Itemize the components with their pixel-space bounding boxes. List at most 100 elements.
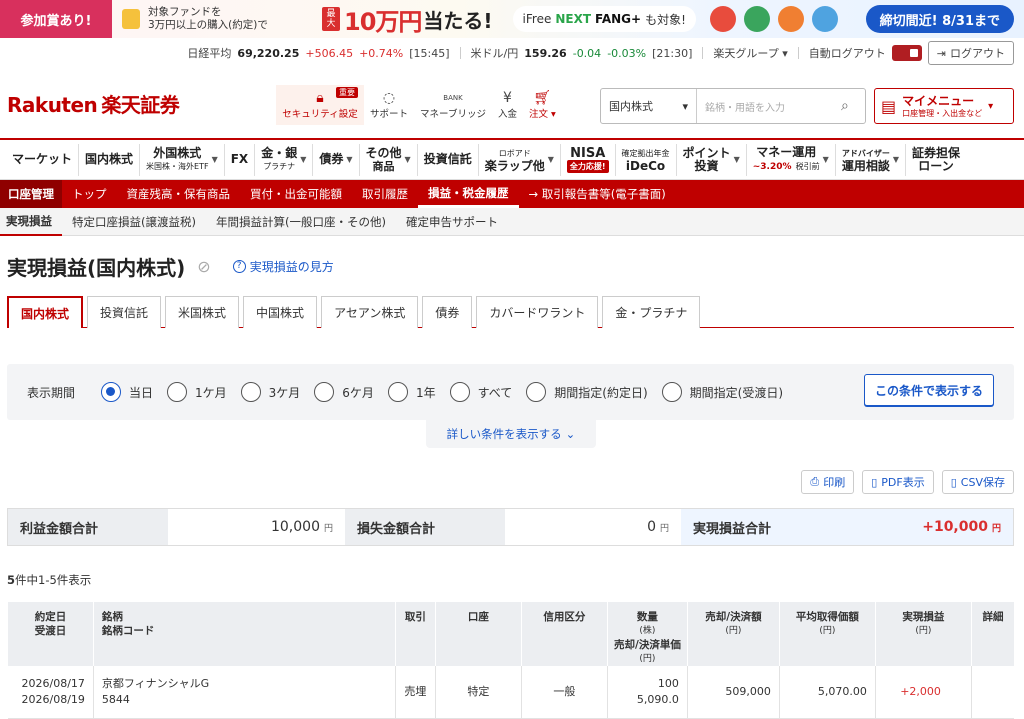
search-category-select[interactable]: 国内株式 ▾: [601, 89, 697, 123]
nav-sub: プラチナ: [263, 161, 296, 171]
tab-covered-warrant[interactable]: カバードワラント: [476, 296, 599, 328]
auto-logout-toggle[interactable]: [891, 45, 922, 61]
fund-name: FANG+: [595, 12, 642, 26]
nav-gold-silver[interactable]: 金・銀 プラチナ ▼: [254, 143, 312, 176]
nav-bonds[interactable]: 債券 ▼: [312, 143, 358, 176]
csv-button[interactable]: ▯ CSV保存: [941, 470, 1014, 494]
cell-avg-cost: 5,070.00: [778, 666, 876, 719]
banner-text-line1: 対象ファンドを: [148, 6, 222, 18]
subnav-annual-calc[interactable]: 年間損益計算(一般口座・その他): [206, 208, 396, 236]
search-input[interactable]: 銘柄・用語を入力: [697, 99, 841, 114]
account-nav-balance[interactable]: 資産残高・保有商品: [117, 180, 241, 208]
nav-stack: アドバイザー 運用相談: [842, 147, 890, 173]
period-settle-date-radio[interactable]: 期間指定(受渡日): [661, 382, 783, 402]
print-label: 印刷: [823, 476, 846, 489]
period-today-radio[interactable]: 当日: [101, 382, 153, 402]
page-title-row: 実現損益(国内株式) ⊘ ? 実現損益の見方: [0, 236, 1024, 296]
paperclip-icon[interactable]: ⊘: [197, 257, 210, 276]
account-management-label[interactable]: 口座管理: [0, 180, 62, 208]
deposit-button[interactable]: ¥ 入金: [492, 85, 523, 125]
period-all-radio[interactable]: すべて: [449, 382, 512, 402]
nav-robo-advisor[interactable]: ロボアド 楽ラップ他 ▼: [477, 143, 560, 176]
nav-money-management[interactable]: マネー運用 ~3.20% 税引前 ▼: [745, 143, 835, 176]
global-nav: マーケット 国内株式 外国株式 米国株・海外ETF ▼ FX 金・銀 プラチナ ▼ 債券…: [0, 138, 1024, 180]
realized-amount: +10,000: [922, 519, 988, 535]
security-settings-button[interactable]: 重要 🔒︎ セキュリティ設定: [276, 85, 364, 125]
account-nav-buying-power[interactable]: 買付・出金可能額: [240, 180, 352, 208]
tab-bonds[interactable]: 債券: [422, 296, 473, 328]
money-bridge-button[interactable]: BANK マネーブリッジ: [414, 85, 492, 125]
tab-mutual-funds[interactable]: 投資信託: [87, 296, 162, 328]
nav-domestic-stock[interactable]: 国内株式: [78, 143, 139, 176]
tab-us-stock[interactable]: 米国株式: [165, 296, 240, 328]
nikkei-time: [15:45]: [409, 46, 450, 60]
nav-mutual-funds[interactable]: 投資信託: [416, 143, 478, 176]
csv-label: CSV保存: [960, 476, 1005, 489]
promo-banner[interactable]: 参加賞あり! 対象ファンドを 3万円以上の購入(約定)で 最大 10万円 当たる…: [0, 0, 1024, 38]
apply-filter-button[interactable]: この条件で表示する: [864, 374, 994, 406]
account-nav-history[interactable]: 取引履歴: [352, 180, 418, 208]
nav-advisor[interactable]: アドバイザー 運用相談 ▼: [834, 143, 905, 176]
account-nav-top[interactable]: トップ: [62, 180, 117, 208]
banner-deadline-button[interactable]: 締切間近! 8/31まで: [865, 5, 1014, 33]
my-menu-button[interactable]: ▤ マイメニュー 口座管理・入出金など ▾: [874, 88, 1014, 124]
rakuten-securities-logo[interactable]: Rakuten 楽天証券: [7, 89, 180, 118]
group-label: 楽天グループ: [713, 47, 779, 60]
header-price: 売却/決済単価: [613, 639, 681, 651]
nav-sub-rate: ~3.20%: [752, 161, 792, 172]
banner-participation-label: 参加賞あり!: [0, 0, 112, 38]
period-1month-radio[interactable]: 1ケ月: [167, 382, 227, 402]
period-1year-radio[interactable]: 1年: [387, 382, 436, 402]
support-label: サポート: [370, 109, 409, 120]
nav-stack: マネー運用 ~3.20% 税引前: [752, 145, 820, 174]
nav-point-invest[interactable]: ポイント 投資 ▼: [675, 143, 746, 176]
subnav-tax-return[interactable]: 確定申告サポート: [396, 208, 508, 236]
subnav-specific-account[interactable]: 特定口座損益(譲渡益税): [62, 208, 206, 236]
order-label-wrap: 注文 ▾: [528, 109, 556, 120]
header-pl-unit: (円): [915, 626, 932, 636]
nav-sub: 投資: [694, 158, 719, 173]
account-nav-reports[interactable]: → 取引報告書等(電子書面): [519, 180, 676, 208]
support-button[interactable]: ◌ サポート: [364, 85, 414, 125]
help-link[interactable]: ? 実現損益の見方: [232, 258, 334, 275]
order-button[interactable]: 🛒︎ 注文 ▾: [523, 85, 562, 125]
tab-asean-stock[interactable]: アセアン株式: [321, 296, 419, 328]
period-6month-radio[interactable]: 6ケ月: [314, 382, 374, 402]
nav-stack: 外国株式 米国株・海外ETF: [146, 146, 209, 173]
stock-name[interactable]: 京都フィナンシャルG: [102, 677, 209, 690]
nav-foreign-stock[interactable]: 外国株式 米国株・海外ETF ▼: [139, 143, 224, 176]
nav-securities-loan[interactable]: 証券担保 ローン: [905, 143, 966, 176]
nav-market[interactable]: マーケット: [6, 144, 78, 176]
nav-label: マーケット: [12, 152, 73, 166]
banner-amount-suffix: 当たる!: [423, 8, 493, 33]
tab-gold-platinum[interactable]: 金・プラチナ: [602, 296, 701, 328]
header-price-unit: (円): [639, 654, 656, 664]
period-trade-date-radio[interactable]: 期間指定(約定日): [526, 382, 648, 402]
caret-down-icon: ▼: [822, 155, 829, 164]
nav-fx[interactable]: FX: [223, 143, 254, 176]
rakuten-group-menu[interactable]: 楽天グループ ▾: [713, 45, 787, 61]
header-qty-unit: (株): [639, 626, 656, 636]
logout-button[interactable]: ⇥ ログアウト: [927, 41, 1014, 65]
period-3month-radio[interactable]: 3ケ月: [240, 382, 301, 402]
fund-next: NEXT: [555, 12, 592, 26]
account-nav-pl-tax[interactable]: 損益・税金履歴: [418, 180, 519, 208]
search-icon[interactable]: ⌕: [841, 98, 865, 114]
tab-china-stock[interactable]: 中国株式: [243, 296, 318, 328]
caret-down-icon: ▼: [547, 155, 554, 164]
pdf-button[interactable]: ▯ PDF表示: [862, 470, 934, 494]
nav-nisa[interactable]: NISA 全力応援!: [559, 143, 615, 176]
radio-label: 期間指定(約定日): [554, 385, 648, 400]
logout-icon: ⇥: [936, 46, 946, 60]
radio-label: 3ケ月: [268, 385, 301, 400]
print-button[interactable]: ⎙ 印刷: [801, 470, 855, 494]
nav-stack: 金・銀 プラチナ: [261, 146, 297, 173]
radio-button: [449, 382, 470, 402]
nav-other-products[interactable]: その他 商品 ▼: [358, 143, 417, 176]
show-more-conditions-button[interactable]: 詳しい条件を表示する ⌄: [426, 420, 596, 448]
nav-ideco[interactable]: 確定拠出年金 iDeCo: [614, 143, 676, 176]
banner-amount: 10万円: [344, 7, 422, 36]
cart-icon: 🛒︎: [533, 90, 552, 106]
subnav-realized-pl[interactable]: 実現損益: [0, 208, 62, 236]
tab-domestic-stock[interactable]: 国内株式: [7, 296, 84, 328]
